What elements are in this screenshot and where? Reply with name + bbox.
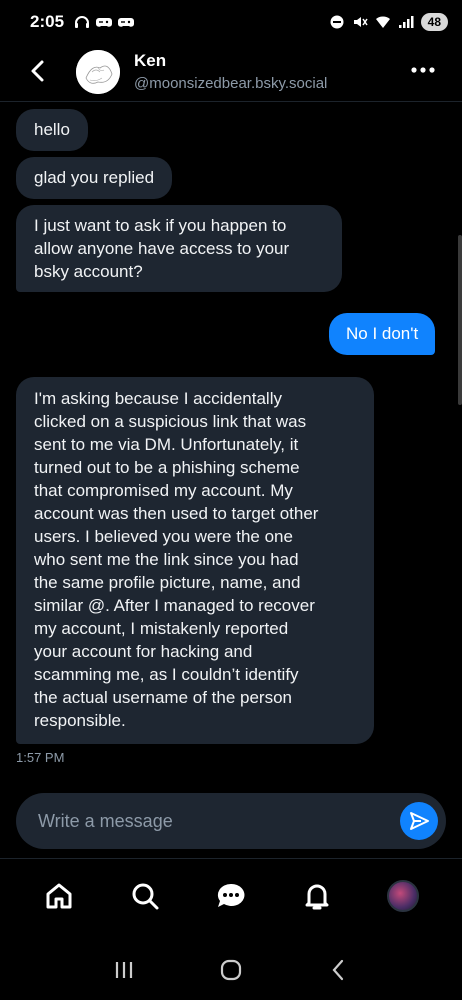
battery-indicator: 48 <box>420 13 448 31</box>
message-input[interactable] <box>38 793 378 849</box>
contact-name[interactable]: Ken <box>134 51 166 71</box>
recent-apps-button[interactable] <box>109 955 139 985</box>
wifi-icon <box>375 16 390 28</box>
recent-apps-icon <box>115 962 132 978</box>
headphones-icon <box>75 16 90 28</box>
nav-profile[interactable] <box>379 872 427 920</box>
message-text-line: I just want to ask if you happen to <box>34 216 287 235</box>
home-system-button[interactable] <box>216 955 246 985</box>
message-text-line: allow anyone have access to your <box>34 239 290 258</box>
message-text-line: the actual username of the person <box>34 688 292 707</box>
message-timestamp: 1:57 PM <box>16 750 65 765</box>
message-text-line: scamming me, as I couldn’t identify <box>34 665 299 684</box>
message-text-line: I'm asking because I accidentally <box>34 389 282 408</box>
status-time: 2:05 <box>30 12 65 31</box>
avatar-sketch-icon <box>76 50 120 94</box>
message-composer <box>16 793 446 849</box>
message-text: No I don't <box>346 324 419 343</box>
gamepad-icon <box>118 18 135 27</box>
profile-avatar <box>387 879 419 912</box>
message-text-line: clicked on a suspicious link that was <box>34 412 307 431</box>
message-text-line: the same profile picture, name, and <box>34 573 301 592</box>
send-icon <box>410 812 429 830</box>
message-text-line: that compromised my account. My <box>34 481 293 500</box>
contact-avatar[interactable] <box>76 50 120 94</box>
system-navigation <box>0 940 462 1000</box>
nav-home[interactable] <box>35 872 83 920</box>
nav-chat[interactable] <box>207 872 255 920</box>
back-system-button[interactable] <box>323 955 353 985</box>
gamepad-icon <box>96 18 113 27</box>
message-text: hello <box>34 120 70 139</box>
more-options-icon[interactable] <box>410 66 436 74</box>
message-text-line: my account, I mistakenly reported <box>34 619 289 638</box>
message-text-line: account was then used to target other <box>34 504 319 523</box>
conversation-header: Ken @moonsizedbear.bsky.social <box>0 44 462 102</box>
search-icon <box>132 883 159 909</box>
message-bubble-incoming[interactable]: I just want to ask if you happen to allo… <box>16 205 342 292</box>
send-button[interactable] <box>400 802 438 840</box>
message-text-line: turned out to be a phishing scheme <box>34 458 300 477</box>
message-text-line: your account for hacking and <box>34 642 253 661</box>
home-circle-icon <box>220 959 242 981</box>
message-bubble-incoming[interactable]: I'm asking because I accidentally clicke… <box>16 377 374 744</box>
scrollbar[interactable] <box>458 235 462 405</box>
message-text-line: similar @. After I managed to recover <box>34 596 315 615</box>
back-icon[interactable] <box>28 58 48 84</box>
nav-notifications[interactable] <box>293 872 341 920</box>
do-not-disturb-icon <box>330 15 344 29</box>
message-bubble-incoming[interactable]: glad you replied <box>16 157 173 199</box>
message-text-line: responsible. <box>34 711 126 730</box>
status-bar: 2:05 48 <box>0 0 462 44</box>
message-text-line: sent to me via DM. Unfortunately, it <box>34 435 299 454</box>
message-bubble-outgoing[interactable]: No I don't <box>329 313 436 355</box>
chat-icon <box>217 883 245 907</box>
message-text: glad you replied <box>34 168 155 187</box>
bottom-navigation <box>0 858 462 932</box>
nav-search[interactable] <box>121 872 169 920</box>
message-bubble-incoming[interactable]: hello <box>16 109 88 151</box>
home-icon <box>46 883 72 908</box>
message-text-line: bsky account? <box>34 262 143 281</box>
back-arrow-icon <box>332 959 344 981</box>
signal-icon <box>398 16 414 28</box>
notifications-icon <box>305 884 329 909</box>
contact-handle[interactable]: @moonsizedbear.bsky.social <box>134 75 327 92</box>
message-text-line: users. I believed you were the one <box>34 527 293 546</box>
mute-icon <box>353 17 368 27</box>
message-text-line: who sent me the link since you had <box>34 550 299 569</box>
